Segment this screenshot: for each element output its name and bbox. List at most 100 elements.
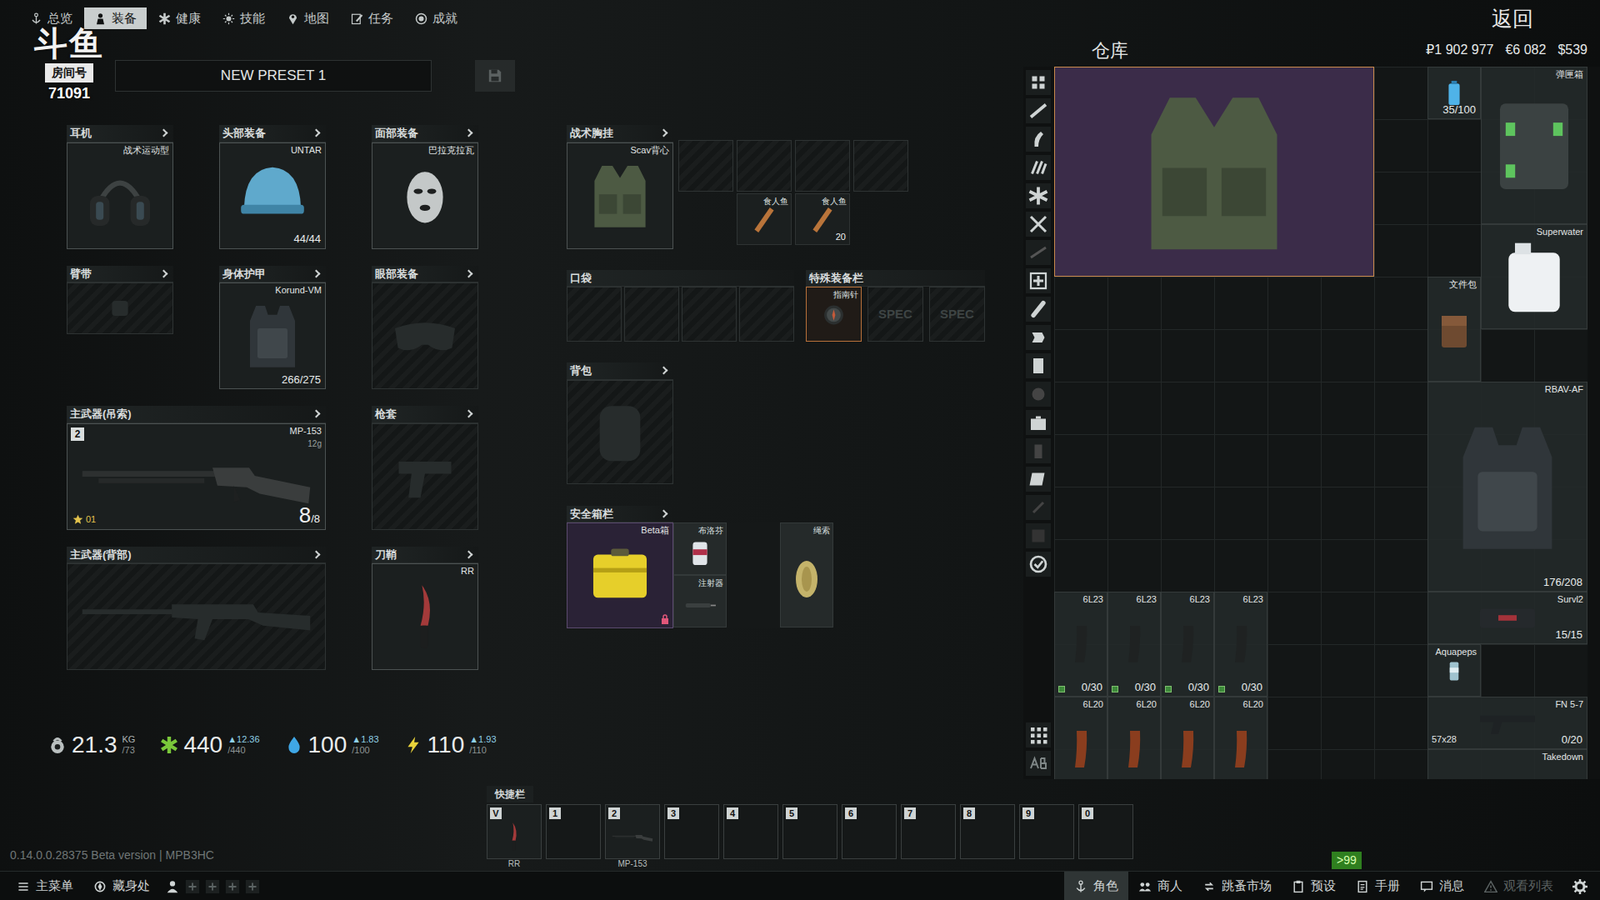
filter-icon[interactable] [1025, 410, 1051, 435]
container-item[interactable]: 绳索 [780, 522, 834, 628]
screen-tab[interactable]: 跳蚤市场 [1192, 871, 1282, 900]
stash-item[interactable]: Takedown [1427, 749, 1588, 780]
filter-icon[interactable] [1025, 126, 1051, 152]
slot-header[interactable]: 刀鞘 [371, 546, 479, 565]
quick-slot-box[interactable]: 1 [545, 804, 601, 860]
rig-cell[interactable]: 食人鱼20 [795, 193, 850, 245]
preset-name-field[interactable]: NEW PRESET 1 [115, 60, 432, 92]
rig-cell[interactable] [853, 140, 909, 192]
add-icon[interactable] [205, 879, 220, 895]
quick-slot-box[interactable]: 6 [841, 804, 897, 860]
slot-box[interactable]: RR [371, 563, 479, 670]
filter-icon[interactable] [1025, 296, 1051, 322]
nav-tab[interactable]: 成就 [405, 7, 468, 30]
add-icon[interactable] [185, 879, 200, 895]
slot-box[interactable]: 巴拉克拉瓦 [371, 142, 479, 250]
stash-item[interactable]: 6L20 [1107, 696, 1161, 780]
quick-slot-box[interactable]: 4 [723, 804, 779, 860]
nav-tab[interactable]: 技能 [212, 7, 275, 30]
stash-item[interactable]: 6L230/30 [1054, 591, 1108, 697]
quick-slot-box[interactable]: 8 [960, 804, 1015, 860]
slot-box[interactable]: Scav背心 [566, 142, 674, 250]
slot-header[interactable]: 战术胸挂 [566, 125, 674, 143]
special-cell[interactable]: SPEC [929, 286, 985, 342]
nav-tab[interactable]: 装备 [84, 7, 147, 30]
sort-name-icon[interactable] [1025, 750, 1051, 776]
slot-header[interactable]: 安全箱栏 [566, 505, 674, 524]
screen-tab[interactable]: 商人 [1128, 871, 1193, 900]
save-button[interactable] [475, 60, 515, 92]
stash-item[interactable]: 6L230/30 [1214, 591, 1268, 697]
slot-box[interactable] [66, 282, 174, 335]
slot-header[interactable]: 头部装备 [219, 125, 326, 143]
slot-header[interactable]: 身体护甲 [219, 265, 326, 284]
stash-item[interactable]: 文件包 [1427, 276, 1481, 382]
slot-box[interactable]: 战术运动型 [66, 142, 174, 250]
quick-slot-box[interactable]: 7 [900, 804, 956, 860]
stash-scrollbar[interactable] [1587, 66, 1600, 780]
screen-tab[interactable]: 角色 [1064, 871, 1129, 900]
filter-icon[interactable] [1025, 211, 1051, 237]
pocket-cell[interactable] [681, 286, 737, 342]
filter-icon[interactable] [1025, 495, 1051, 520]
nav-tab[interactable]: 地图 [276, 7, 340, 30]
slot-header[interactable]: 眼部装备 [371, 265, 479, 284]
menu-button[interactable]: 藏身处 [83, 871, 160, 900]
slot-header[interactable]: 主武器(吊索) [66, 405, 326, 424]
filter-icon[interactable] [1025, 183, 1051, 209]
slot-header[interactable]: 耳机 [66, 125, 174, 143]
special-cell[interactable]: SPEC [867, 286, 924, 342]
stash-item[interactable]: Superwater [1480, 224, 1588, 330]
quick-slot-box[interactable]: 0 [1078, 804, 1134, 860]
slot-header[interactable]: 主武器(背部) [66, 546, 326, 565]
rig-cell[interactable] [736, 140, 792, 192]
person-icon[interactable] [165, 879, 180, 895]
stash-item[interactable]: 6L20 [1214, 696, 1268, 780]
stash-item[interactable]: RBAV-AF176/208 [1427, 381, 1588, 592]
stash-item[interactable]: 6L20 [1160, 696, 1215, 780]
nav-tab[interactable]: 健康 [148, 7, 211, 30]
pocket-cell[interactable] [624, 286, 680, 342]
quick-slot-box[interactable]: 9 [1019, 804, 1075, 860]
filter-icon[interactable] [1025, 70, 1051, 95]
slot-box[interactable] [66, 563, 326, 670]
slot-box[interactable]: Korund-VM266/275 [219, 282, 326, 390]
screen-tab[interactable]: 消息 [1410, 871, 1475, 900]
nav-tab[interactable]: 总览 [20, 7, 83, 30]
pocket-cell[interactable] [739, 286, 795, 342]
quick-slot-box[interactable]: 2 [605, 804, 660, 860]
filter-icon[interactable] [1025, 381, 1051, 407]
filter-icon[interactable] [1025, 98, 1051, 124]
add-icon[interactable] [225, 879, 240, 895]
slot-box[interactable]: UNTAR44/44 [219, 142, 326, 250]
stash-item[interactable]: FN 5-757x280/20 [1427, 696, 1588, 750]
quick-slot-box[interactable]: 3 [664, 804, 720, 860]
rig-cell[interactable] [678, 140, 734, 192]
sort-grid-icon[interactable] [1025, 722, 1051, 748]
slot-header[interactable]: 面部装备 [371, 125, 479, 143]
stash-item[interactable]: 弹匣箱 [1480, 66, 1588, 225]
quick-slot-box[interactable]: V [486, 804, 542, 860]
container-item[interactable]: 布洛芬 [673, 522, 727, 575]
slot-box[interactable] [371, 282, 479, 390]
add-icon[interactable] [245, 879, 260, 895]
filter-icon[interactable] [1025, 353, 1051, 379]
slot-header[interactable]: 背包 [566, 362, 674, 380]
slot-header[interactable]: 枪套 [371, 405, 479, 424]
filter-icon[interactable] [1025, 551, 1051, 577]
stash-item[interactable]: 6L20 [1054, 696, 1108, 780]
rig-cell[interactable] [795, 140, 850, 192]
rig-cell[interactable]: 食人鱼 [736, 193, 792, 245]
filter-icon[interactable] [1025, 268, 1051, 294]
stash-item[interactable]: 6L230/30 [1160, 591, 1215, 697]
slot-box[interactable] [566, 380, 674, 485]
special-cell[interactable]: 指南针 [805, 286, 862, 342]
container-item[interactable]: 注射器 [673, 575, 727, 628]
menu-button[interactable]: 主菜单 [6, 871, 84, 900]
filter-icon[interactable] [1025, 523, 1051, 549]
stash-item[interactable]: 6L230/30 [1107, 591, 1161, 697]
filter-icon[interactable] [1025, 325, 1051, 350]
filter-icon[interactable] [1025, 240, 1051, 265]
slot-header[interactable]: 臂带 [66, 265, 174, 284]
stash-item[interactable]: Survl215/15 [1427, 591, 1588, 645]
